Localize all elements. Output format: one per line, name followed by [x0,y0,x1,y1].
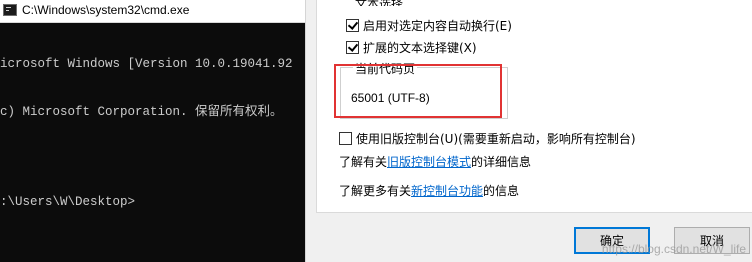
extended-keys-label: 扩展的文本选择键(X) [363,41,477,55]
watermark: https://blog.csdn.net/W_life [601,242,746,256]
console-window: C:\Windows\system32\cmd.exe icrosoft Win… [0,0,305,262]
console-line: c) Microsoft Corporation. 保留所有权利。 [0,105,283,119]
text-selection-caption: 文本选择 [355,0,403,6]
current-codepage-value: 65001 (UTF-8) [351,91,430,105]
legacy-console-label: 使用旧版控制台(U)(需要重新启动，影响所有控制台) [356,132,636,146]
current-codepage-caption: 当前代码页 [353,60,418,77]
extended-keys-checkbox[interactable] [346,41,359,54]
legacy-info-prefix: 了解有关 [339,155,388,169]
wrap-selection-checkbox[interactable] [346,19,359,32]
legacy-info-line: 了解有关旧版控制台模式的详细信息 [339,153,531,170]
new-features-suffix: 的信息 [483,184,520,198]
console-titlebar[interactable]: C:\Windows\system32\cmd.exe [0,0,305,23]
console-line: icrosoft Windows [Version 10.0.19041.92 [0,57,293,71]
wrap-selection-option[interactable]: 启用对选定内容自动换行(E) [346,17,512,34]
current-codepage-group: 当前代码页 65001 (UTF-8) [340,60,508,119]
legacy-info-suffix: 的详细信息 [471,155,532,169]
extended-keys-option[interactable]: 扩展的文本选择键(X) [346,39,477,56]
new-features-info-line: 了解更多有关新控制台功能的信息 [339,182,519,199]
options-panel: 文本选择 启用对选定内容自动换行(E) 扩展的文本选择键(X) 当前代码页 65… [316,0,752,213]
console-title: C:\Windows\system32\cmd.exe [22,3,190,17]
new-features-prefix: 了解更多有关 [339,184,412,198]
new-features-link[interactable]: 新控制台功能 [411,184,483,198]
console-prompt: :\Users\W\Desktop> [0,195,136,209]
legacy-mode-link[interactable]: 旧版控制台模式 [387,155,471,169]
legacy-console-checkbox[interactable] [339,132,352,145]
legacy-console-option[interactable]: 使用旧版控制台(U)(需要重新启动，影响所有控制台) [339,130,636,147]
console-properties-dialog: 文本选择 启用对选定内容自动换行(E) 扩展的文本选择键(X) 当前代码页 65… [305,0,752,262]
console-output[interactable]: icrosoft Windows [Version 10.0.19041.92 … [0,24,305,242]
wrap-selection-label: 启用对选定内容自动换行(E) [363,19,512,33]
cmd-icon [3,4,17,16]
